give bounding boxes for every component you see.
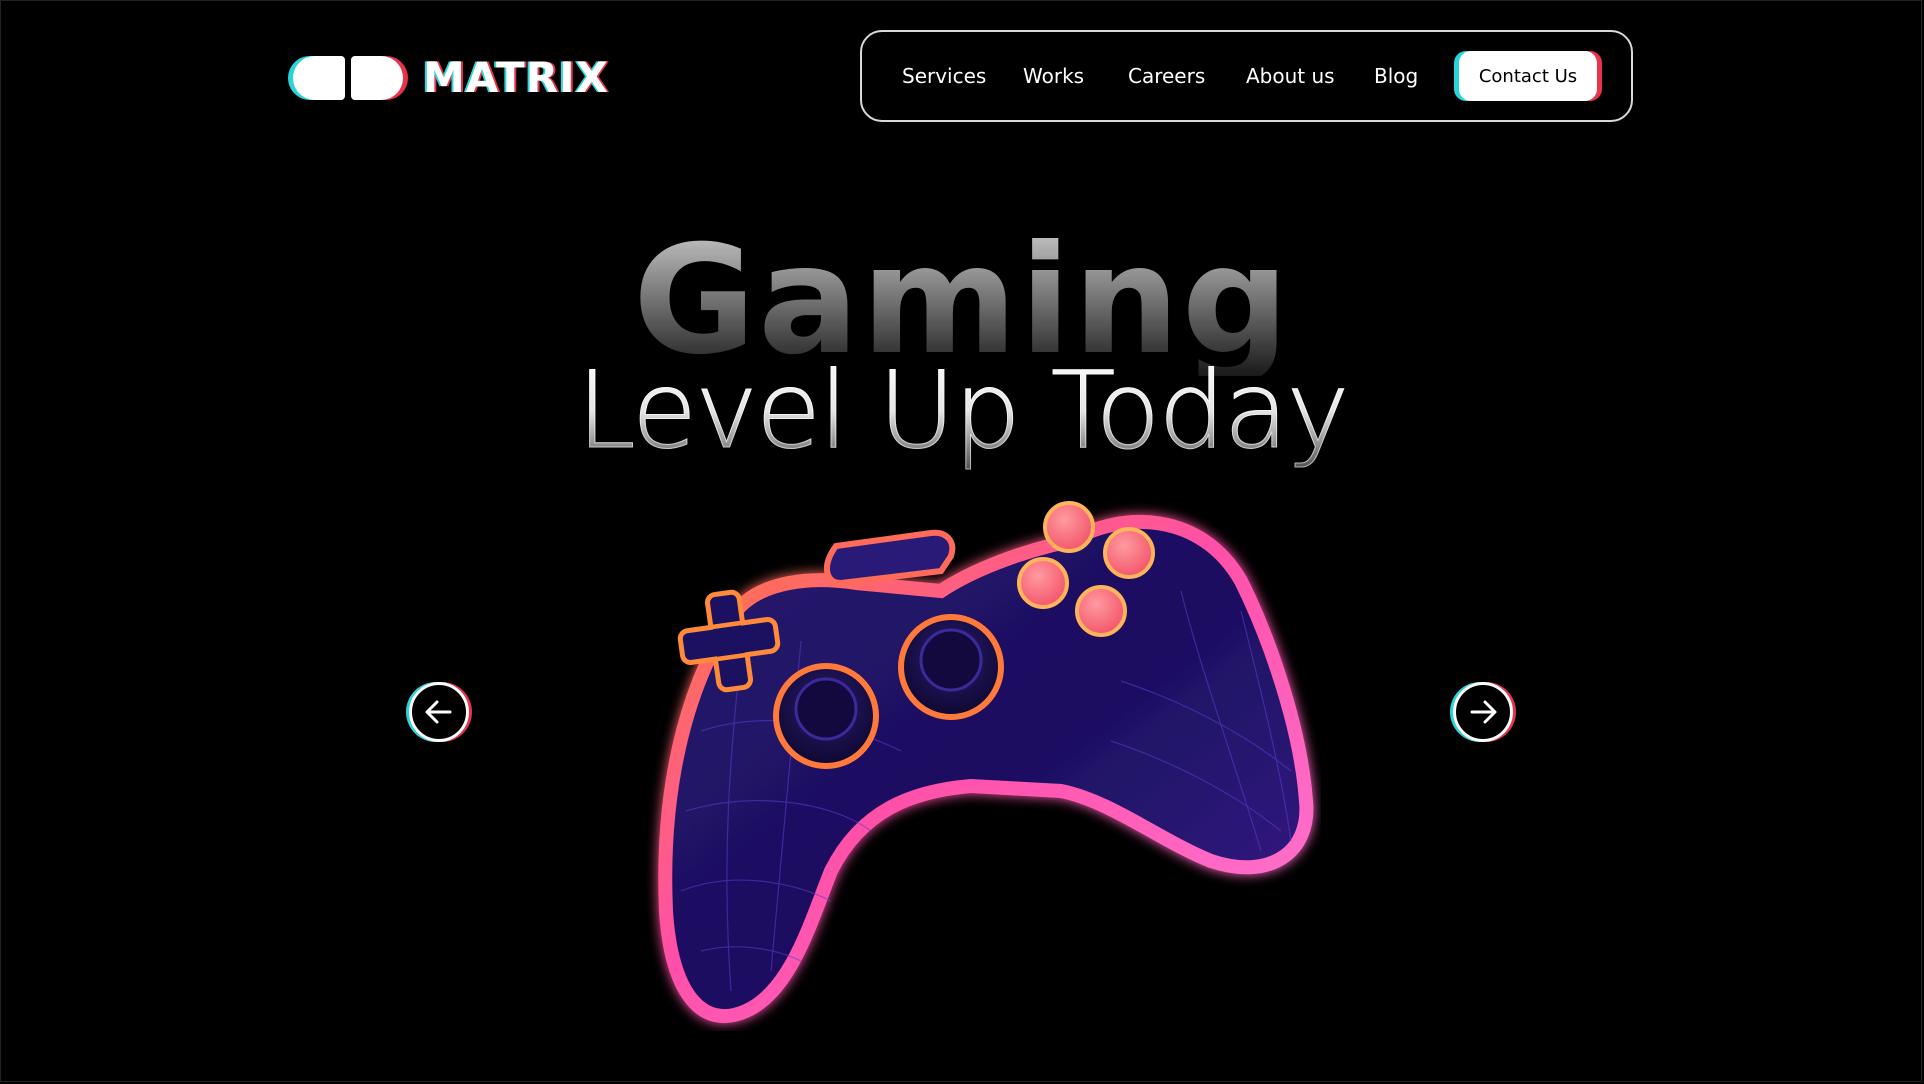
arrow-left-circle-icon[interactable] <box>409 682 469 742</box>
nav-item-blog[interactable]: Blog <box>1374 32 1418 120</box>
nav-item-careers[interactable]: Careers <box>1128 32 1205 120</box>
nav-item-about[interactable]: About us <box>1246 32 1335 120</box>
arrow-left-icon <box>425 700 452 724</box>
nav-item-services[interactable]: Services <box>902 32 986 120</box>
brand-name: MATRIX <box>423 53 610 102</box>
left-stick <box>773 663 879 769</box>
capsule-logo-icon <box>289 54 405 102</box>
arrow-right-icon <box>1470 700 1497 724</box>
hero-subheadline: Level Up Today <box>1 350 1921 471</box>
main-nav: Services Works Careers About us Blog Con… <box>860 30 1633 122</box>
controller-center-plate <box>824 529 956 587</box>
controller-body <box>658 514 1314 1023</box>
brand-logo[interactable]: MATRIX <box>289 53 609 103</box>
logo-pill-right <box>351 56 403 100</box>
logo-pill-left <box>293 56 345 100</box>
nav-item-works[interactable]: Works <box>1023 32 1084 120</box>
contact-us-button[interactable]: Contact Us <box>1459 51 1597 101</box>
right-stick <box>898 614 1004 720</box>
gamepad-icon <box>658 501 1314 1023</box>
arrow-right-circle-icon[interactable] <box>1453 682 1513 742</box>
page-frame: MATRIX Services Works Careers About us B… <box>0 0 1922 1082</box>
